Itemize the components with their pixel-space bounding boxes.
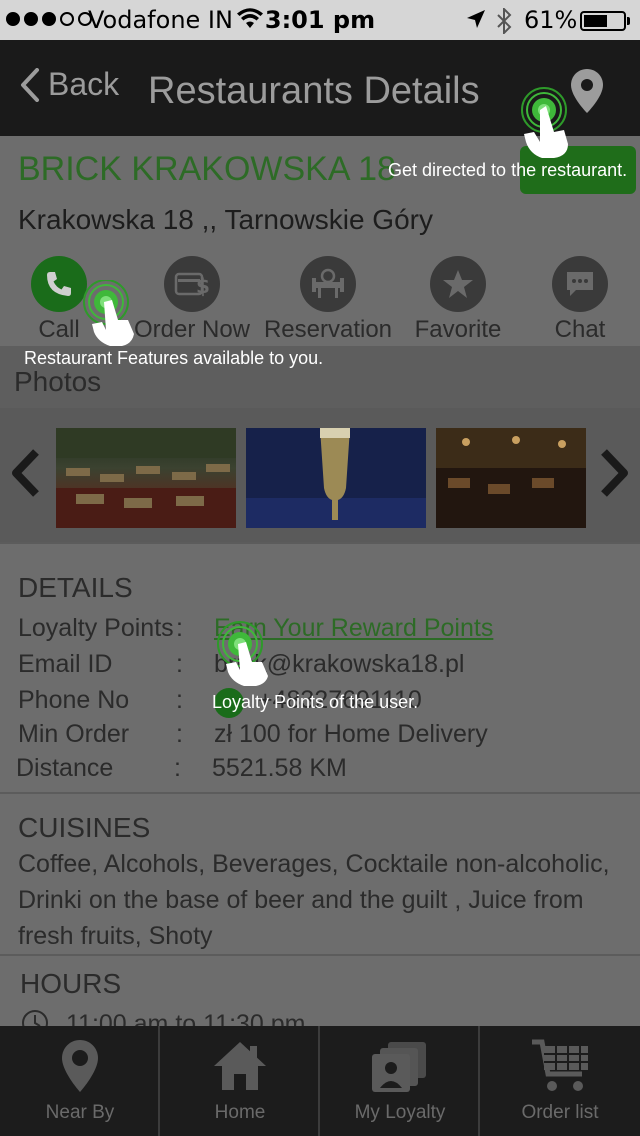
tab-home-label: Home [214, 1102, 266, 1123]
phone-label: Phone No [18, 686, 130, 714]
reservation-icon [312, 268, 344, 298]
shopping-cart-icon [532, 1039, 588, 1091]
colon: : [176, 720, 183, 748]
loyalty-points-row: Loyalty Points : Earn Your Reward Points [18, 614, 618, 648]
star-icon [443, 270, 473, 298]
feature-reservation-label: Reservation [263, 316, 393, 343]
tab-my-loyalty[interactable]: My Loyalty [320, 1026, 480, 1136]
svg-text:$: $ [196, 274, 210, 298]
battery-tip [627, 17, 630, 25]
colon: : [174, 754, 181, 782]
location-pin-icon [62, 1040, 98, 1092]
divider [0, 792, 640, 794]
feature-favorite[interactable]: Favorite [393, 256, 523, 344]
restaurant-photo[interactable] [246, 428, 426, 528]
colon: : [176, 650, 183, 678]
feature-favorite-label: Favorite [414, 316, 502, 343]
photos-title: Photos [14, 366, 102, 397]
restaurant-details-content: BRICK KRAKOWSKA 18 Krakowska 18 ,, Tarno… [0, 136, 640, 1038]
coach-mark-features: Restaurant Features available to you. [24, 348, 324, 368]
min-order-value: zł 100 for Home Delivery [214, 720, 488, 748]
tab-order-list[interactable]: Order list [480, 1026, 640, 1136]
tab-my-loyalty-label: My Loyalty [354, 1102, 446, 1123]
hours-title: HOURS [20, 968, 122, 999]
divider [0, 954, 640, 956]
feature-order-now[interactable]: $ Order Now [127, 256, 257, 344]
location-arrow-icon [467, 10, 485, 28]
bluetooth-icon [497, 8, 512, 34]
chevron-right-icon[interactable] [598, 448, 632, 498]
feature-order-now-label: Order Now [133, 316, 251, 343]
tab-bar: Near By Home My Loyalty Order list [0, 1026, 640, 1136]
back-button[interactable]: Back [20, 66, 119, 103]
cuisines-title: CUISINES [18, 812, 151, 843]
cuisines-list: Coffee, Alcohols, Beverages, Cocktaile n… [18, 850, 610, 950]
details-title: DETAILS [18, 572, 133, 603]
colon: : [176, 614, 183, 642]
home-icon [214, 1042, 266, 1090]
email-label: Email ID [18, 650, 113, 678]
status-bar: Vodafone IN 3:01 pm 61% [0, 0, 640, 40]
phone-icon [47, 272, 71, 296]
chevron-left-icon[interactable] [8, 448, 42, 498]
coach-mark-loyalty: Loyalty Points of the user. [212, 692, 419, 712]
coach-mark-directions: Get directed to the restaurant. [388, 160, 628, 180]
loyalty-points-label: Loyalty Points [18, 614, 174, 642]
email-row: Email ID : brick@krakowska18.pl [18, 650, 618, 684]
battery-icon [580, 11, 626, 31]
colon: : [176, 686, 183, 714]
min-order-row: Min Order : zł 100 for Home Delivery [18, 720, 618, 754]
distance-row: Distance : 5521.58 KM [16, 754, 616, 788]
distance-label: Distance [16, 754, 114, 782]
restaurant-photo[interactable] [56, 428, 236, 528]
tap-hint-hand-icon [217, 621, 268, 686]
feature-chat-label: Chat [554, 316, 606, 343]
back-label: Back [48, 66, 120, 102]
tab-home[interactable]: Home [160, 1026, 320, 1136]
photo-carousel [0, 408, 640, 542]
distance-value: 5521.58 KM [212, 754, 347, 782]
battery-percentage: 61% [524, 6, 578, 34]
restaurant-address: Krakowska 18 ,, Tarnowskie Góry [18, 204, 433, 235]
feature-reservation[interactable]: Reservation [263, 256, 393, 344]
page-title: Restaurants Details [148, 70, 480, 112]
tab-near-by[interactable]: Near By [0, 1026, 160, 1136]
divider [0, 542, 640, 544]
loyalty-cards-icon [372, 1042, 426, 1092]
min-order-label: Min Order [18, 720, 130, 748]
chat-bubble-icon [567, 272, 593, 296]
feature-chat[interactable]: Chat [515, 256, 640, 344]
chevron-left-icon [21, 67, 39, 102]
tab-near-by-label: Near By [45, 1102, 115, 1123]
restaurant-photo[interactable] [436, 428, 586, 528]
tap-hint-hand-icon [521, 87, 568, 158]
restaurant-name: BRICK KRAKOWSKA 18 [18, 150, 396, 188]
tab-order-list-label: Order list [521, 1102, 599, 1123]
card-dollar-icon: $ [174, 272, 210, 298]
